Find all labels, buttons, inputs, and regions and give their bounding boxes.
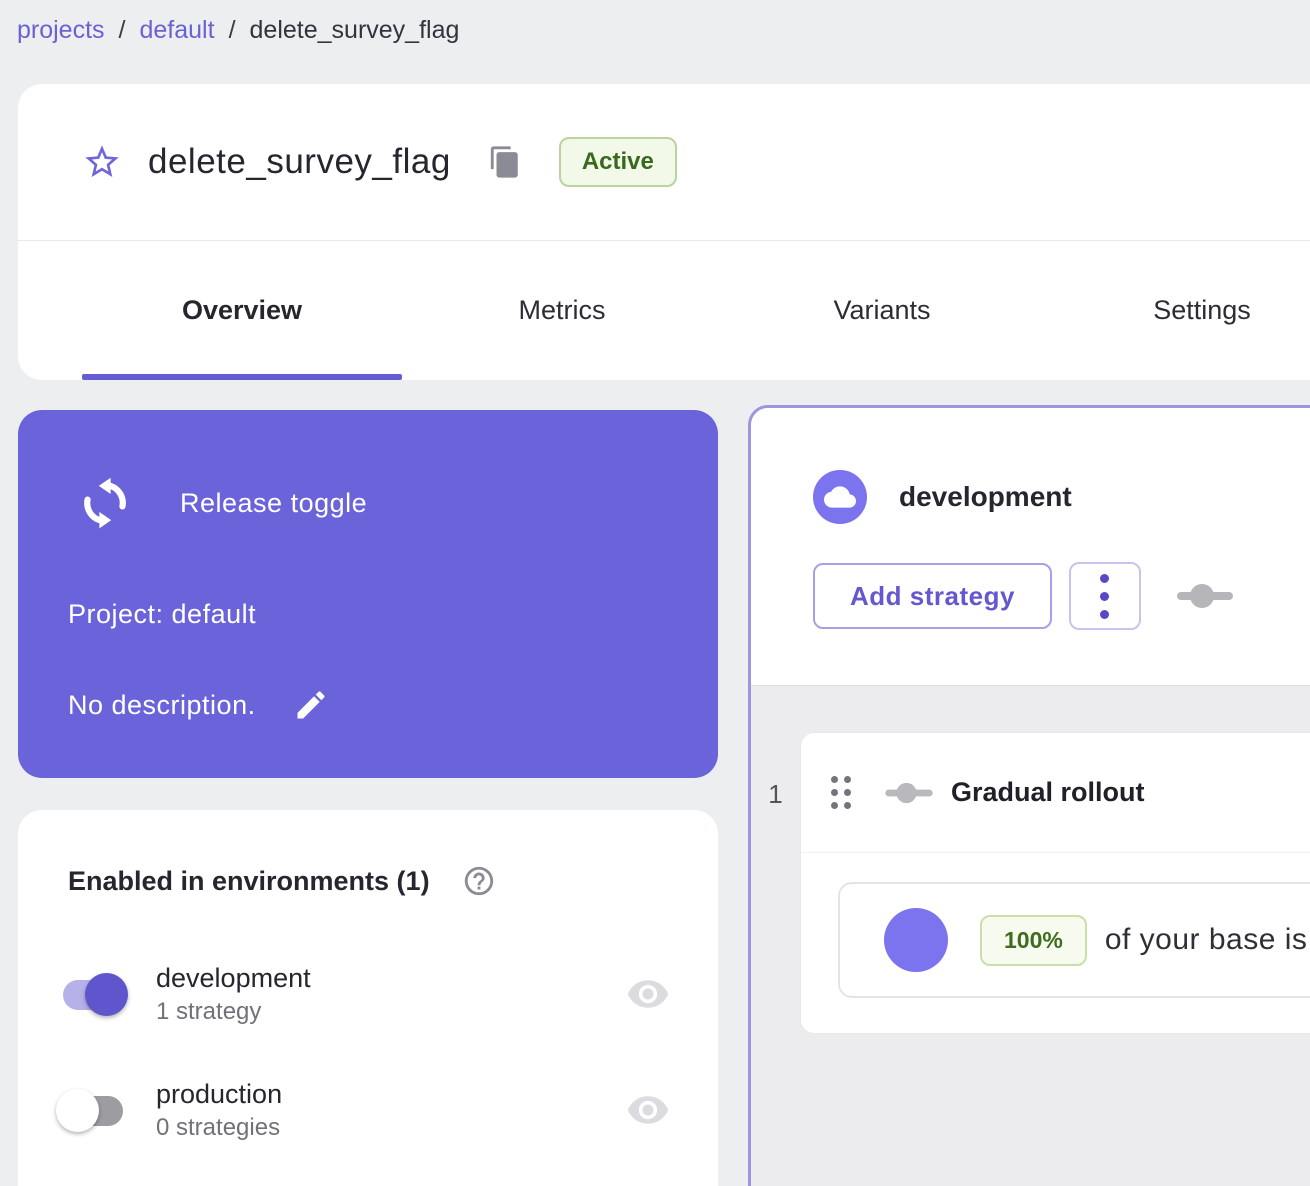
environment-name-row: development <box>813 470 1310 524</box>
production-visibility-button[interactable] <box>626 1088 670 1132</box>
rollout-circle-icon <box>884 908 948 972</box>
add-strategy-button[interactable]: Add strategy <box>813 563 1052 629</box>
strategy-body: 100% of your base is <box>801 853 1310 1033</box>
page-title: delete_survey_flag <box>148 142 451 182</box>
development-visibility-button[interactable] <box>626 972 670 1016</box>
copy-name-button[interactable] <box>487 144 523 180</box>
env-row-production: production 0 strategies <box>58 1072 670 1148</box>
drag-handle[interactable] <box>831 776 851 809</box>
help-icon <box>462 864 496 898</box>
environment-avatar <box>813 470 867 524</box>
rollout-summary-card: 100% of your base is <box>838 882 1310 998</box>
environments-title-row: Enabled in environments (1) <box>68 864 496 898</box>
description-label: No description. <box>68 690 256 721</box>
tab-bar: Overview Metrics Variants Settings <box>82 241 1310 380</box>
rollout-description: of your base is <box>1105 923 1308 957</box>
strategy-index: 1 <box>751 732 800 1034</box>
flag-type-label: Release toggle <box>180 488 367 519</box>
environments-title: Enabled in environments (1) <box>68 866 430 897</box>
breadcrumb-projects[interactable]: projects <box>17 16 105 45</box>
strategy-title: Gradual rollout <box>951 777 1145 808</box>
env-strategy-count: 0 strategies <box>156 1114 282 1142</box>
environment-actions-row: Add strategy <box>813 562 1310 630</box>
environment-menu-button[interactable] <box>1069 562 1141 630</box>
toggle-thumb <box>56 1089 99 1132</box>
strategy-card: Gradual rollout 100% of your base is <box>800 732 1310 1034</box>
breadcrumb: projects / default / delete_survey_flag <box>17 16 459 45</box>
enabled-environments-card: Enabled in environments (1) development … <box>18 810 718 1186</box>
status-badge: Active <box>559 137 677 187</box>
development-toggle[interactable] <box>58 971 128 1017</box>
star-outline-icon <box>82 142 122 182</box>
env-row-development: development 1 strategy <box>58 956 670 1032</box>
copy-icon <box>488 145 522 179</box>
eye-icon <box>626 1088 670 1132</box>
production-toggle[interactable] <box>58 1087 128 1133</box>
flag-header-card: delete_survey_flag Active Overview Metri… <box>18 84 1310 380</box>
release-type-row: Release toggle <box>78 476 367 530</box>
environment-header: development Add strategy <box>751 408 1310 686</box>
breadcrumb-current-page: delete_survey_flag <box>250 16 460 45</box>
breadcrumb-default[interactable]: default <box>140 16 215 45</box>
rollout-percent-badge: 100% <box>980 915 1087 966</box>
env-name: development <box>156 963 311 994</box>
kebab-icon <box>1100 610 1109 619</box>
kebab-icon <box>1100 592 1109 601</box>
tab-settings[interactable]: Settings <box>1042 241 1310 380</box>
tab-overview[interactable]: Overview <box>82 241 402 380</box>
kebab-icon <box>1100 574 1109 583</box>
breadcrumb-separator: / <box>229 16 236 45</box>
sync-icon <box>78 476 132 530</box>
tab-metrics[interactable]: Metrics <box>402 241 722 380</box>
rollout-strategy-icon <box>885 782 933 804</box>
environment-name: development <box>899 481 1072 513</box>
rollout-strategy-icon <box>1177 583 1233 609</box>
env-strategy-count: 1 strategy <box>156 998 311 1026</box>
env-labels: development 1 strategy <box>156 963 311 1026</box>
release-toggle-card: Release toggle Project: default No descr… <box>18 410 718 778</box>
edit-description-button[interactable] <box>292 686 330 724</box>
env-name: production <box>156 1079 282 1110</box>
cloud-icon <box>824 481 856 513</box>
toggle-thumb <box>85 973 128 1016</box>
tab-variants[interactable]: Variants <box>722 241 1042 380</box>
breadcrumb-separator: / <box>119 16 126 45</box>
favorite-button[interactable] <box>82 142 122 182</box>
development-environment-panel: development Add strategy 1 <box>748 405 1310 1186</box>
env-labels: production 0 strategies <box>156 1079 282 1142</box>
flag-title-row: delete_survey_flag Active <box>82 84 1310 240</box>
eye-icon <box>626 972 670 1016</box>
help-button[interactable] <box>462 864 496 898</box>
strategy-header: Gradual rollout <box>801 733 1310 852</box>
strategy-list: 1 Gradual rollout 100% of your base is <box>751 732 1310 1034</box>
description-row: No description. <box>68 686 330 724</box>
project-label: Project: default <box>68 599 256 630</box>
pencil-icon <box>293 687 329 723</box>
